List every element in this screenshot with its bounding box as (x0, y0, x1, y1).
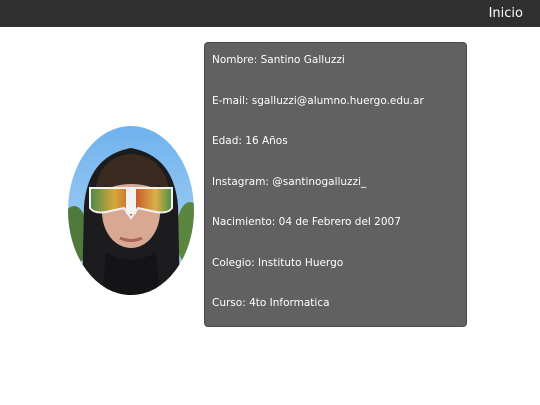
profile-birth-date: Nacimiento: 04 de Febrero del 2007 (212, 216, 401, 228)
nav-link-inicio[interactable]: Inicio (489, 5, 523, 22)
profile-age: Edad: 16 Años (212, 135, 288, 147)
profile-name: Nombre: Santino Galluzzi (212, 54, 345, 66)
top-navbar: Inicio (0, 0, 540, 27)
profile-photo (68, 126, 194, 295)
profile-email: E-mail: sgalluzzi@alumno.huergo.edu.ar (212, 95, 424, 107)
profile-course: Curso: 4to Informatica (212, 297, 330, 309)
profile-instagram: Instagram: @santinogalluzzi_ (212, 176, 367, 188)
profile-info-card: Nombre: Santino Galluzzi E-mail: sgalluz… (204, 42, 467, 327)
profile-school: Colegio: Instituto Huergo (212, 257, 344, 269)
